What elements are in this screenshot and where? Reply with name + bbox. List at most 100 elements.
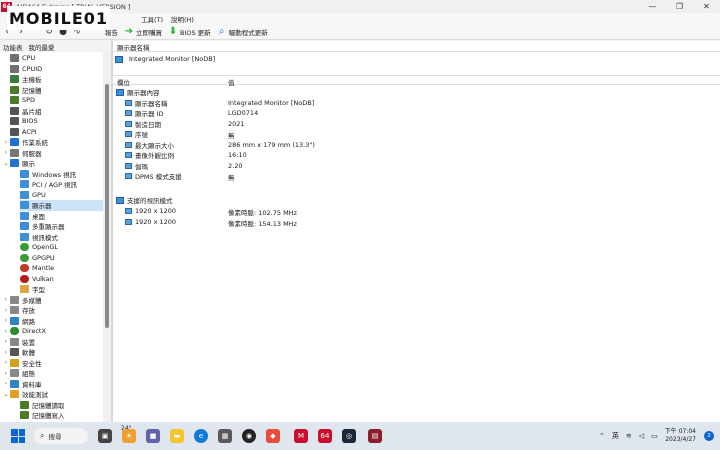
tree-item-os[interactable]: › 作業系統 (2, 137, 48, 148)
table-row[interactable]: 最大顯示大小 286 mm x 179 mm (13.3") (125, 140, 715, 151)
chevron-right-icon[interactable]: › (2, 149, 10, 156)
office-icon[interactable]: ◆ (266, 429, 280, 443)
field-name: 製造日期 (135, 120, 161, 129)
table-row[interactable]: DPMS 模式支援 無 (125, 171, 715, 182)
task-view-icon[interactable]: ▣ (98, 429, 112, 443)
table-row[interactable]: 顯示器名稱 Integrated Monitor [NoDB] (125, 98, 715, 109)
store-icon[interactable]: ▦ (218, 429, 232, 443)
tree-item-memory-write[interactable]: 記憶體寫入 (20, 410, 65, 421)
chevron-right-icon[interactable]: › (2, 317, 10, 324)
tree-item-server[interactable]: › 伺服器 (2, 148, 42, 159)
field-name: 畫像外觀比例 (135, 152, 174, 161)
tree-item-motherboard[interactable]: 主機板 (10, 74, 42, 85)
tree-item-vulkan[interactable]: Vulkan (20, 274, 54, 285)
chevron-up-icon[interactable]: ⌃ (599, 432, 605, 440)
tab-favorites[interactable]: 我的最愛 (26, 41, 58, 52)
field-value: 286 mm x 179 mm (13.3") (228, 140, 315, 149)
driver-update-button[interactable]: ⌕ 驅動程式更新 (214, 25, 271, 39)
desktop-icon (20, 211, 29, 220)
wifi-icon[interactable]: ≋ (626, 432, 632, 440)
tree-item-gpgpu[interactable]: GPGPU (20, 253, 55, 264)
chevron-right-icon[interactable]: › (2, 370, 10, 377)
weather-icon[interactable]: ☀ (122, 429, 136, 443)
column-value[interactable]: 值 (228, 77, 235, 87)
steam-icon[interactable]: ◎ (342, 429, 356, 443)
chevron-right-icon[interactable]: › (2, 328, 10, 335)
tree-item-cpuid[interactable]: CPUID (10, 64, 42, 75)
tree-item-multimedia[interactable]: › 多媒體 (2, 295, 42, 306)
tree-item-spd[interactable]: SPD (10, 95, 35, 106)
tree-item-monitor[interactable]: 顯示器 (20, 200, 103, 211)
table-row[interactable]: 製造日期 2021 (125, 119, 715, 130)
table-row[interactable]: 顯示器 ID LGD0714 (125, 108, 715, 119)
tree-item-opengl[interactable]: OpenGL (20, 242, 58, 253)
tree-item-mantle[interactable]: Mantle (20, 263, 54, 274)
tree-item-storage[interactable]: › 存放 (2, 305, 35, 316)
tree-item-video-modes[interactable]: 視訊模式 (20, 232, 58, 243)
edge-icon[interactable]: e (194, 429, 208, 443)
github-icon[interactable]: ◉ (242, 429, 256, 443)
battery-icon[interactable]: ▭ (651, 432, 658, 440)
tab-menu[interactable]: 功能表 (0, 41, 26, 52)
tree-item-fonts[interactable]: 字型 (20, 284, 45, 295)
table-row[interactable]: 伽瑪 2.20 (125, 161, 715, 172)
chevron-down-icon[interactable]: ⌄ (2, 391, 10, 398)
close-button[interactable]: ✕ (693, 0, 720, 13)
clock[interactable]: 下午 07:04 2023/4/27 (665, 428, 696, 444)
device-name: Integrated Monitor [NoDB] (129, 55, 216, 63)
notification-badge[interactable]: 2 (704, 431, 714, 441)
tree-item-bios[interactable]: BIOS (10, 116, 38, 127)
storage-icon (10, 306, 19, 315)
chevron-right-icon[interactable]: › (2, 349, 10, 356)
table-row[interactable]: 1920 x 1200 像素時脈: 154.13 MHz (125, 217, 715, 228)
chevron-right-icon[interactable]: › (2, 359, 10, 366)
tree-item-display[interactable]: ⌄ 顯示 (2, 158, 35, 169)
tree-item-directx[interactable]: › DirectX (2, 326, 46, 337)
tree-item-benchmark[interactable]: ⌄ 效能測試 (2, 389, 48, 400)
tree-item-multi-monitor[interactable]: 多重顯示器 (20, 221, 65, 232)
menu-tools[interactable]: 工具(T) (141, 14, 163, 24)
tree-item-memory-read[interactable]: 記憶體讀取 (20, 400, 65, 411)
bios-update-button[interactable]: ⬇ BIOS 更新 (165, 25, 214, 39)
table-row[interactable]: 序號 無 (125, 129, 715, 140)
tree-item-pci-agp-video[interactable]: PCI / AGP 視訊 (20, 179, 77, 190)
volume-icon[interactable]: ◁ (639, 432, 644, 440)
tree-item-desktop[interactable]: 桌面 (20, 211, 45, 222)
tree-item-windows-video[interactable]: Windows 視訊 (20, 169, 76, 180)
maximize-button[interactable]: ❐ (666, 0, 693, 13)
tree-item-memory[interactable]: 記憶體 (10, 85, 42, 96)
tree-item-config[interactable]: › 組態 (2, 368, 35, 379)
aida64-taskbar-icon[interactable]: 64 (318, 429, 332, 443)
tree-item-cpu[interactable]: CPU (10, 53, 35, 64)
windows-start-icon[interactable] (11, 429, 25, 443)
taskbar-search[interactable]: ⌕ 搜尋 (34, 428, 88, 444)
tree-item-chipset[interactable]: 晶片組 (10, 106, 42, 117)
chevron-right-icon[interactable]: › (2, 338, 10, 345)
file-explorer-icon[interactable]: ▬ (170, 429, 184, 443)
buy-now-button[interactable]: ➜ 立即購買 (121, 25, 165, 39)
tree-item-devices[interactable]: › 裝置 (2, 337, 35, 348)
scrollbar-thumb[interactable] (105, 84, 109, 328)
device-list-item[interactable]: Integrated Monitor [NoDB] (113, 52, 720, 66)
chevron-right-icon[interactable]: › (2, 139, 10, 146)
app-icon[interactable]: ▤ (368, 429, 382, 443)
tree-item-database[interactable]: › 資料庫 (2, 379, 42, 390)
tree-item-security[interactable]: › 安全性 (2, 358, 42, 369)
column-field[interactable]: 欄位 (117, 77, 130, 87)
minimize-button[interactable]: — (639, 0, 666, 13)
tree-item-acpi[interactable]: ACPI (10, 127, 37, 138)
table-row[interactable]: 1920 x 1200 像素時脈: 102.75 MHz (125, 206, 715, 217)
teams-icon[interactable]: ■ (146, 429, 160, 443)
mcafee-icon[interactable]: M (294, 429, 308, 443)
tree-item-network[interactable]: › 網路 (2, 316, 35, 327)
chevron-right-icon[interactable]: › (2, 380, 10, 387)
tree-item-gpu[interactable]: GPU (20, 190, 46, 201)
chevron-down-icon[interactable]: ⌄ (2, 160, 10, 167)
tree-item-software[interactable]: › 軟體 (2, 347, 35, 358)
tree-scrollbar[interactable] (103, 52, 111, 422)
table-row[interactable]: 畫像外觀比例 16:10 (125, 150, 715, 161)
chevron-right-icon[interactable]: › (2, 296, 10, 303)
ime-indicator[interactable]: 英 (612, 431, 619, 441)
menu-help[interactable]: 說明(H) (171, 14, 194, 24)
chevron-right-icon[interactable]: › (2, 307, 10, 314)
